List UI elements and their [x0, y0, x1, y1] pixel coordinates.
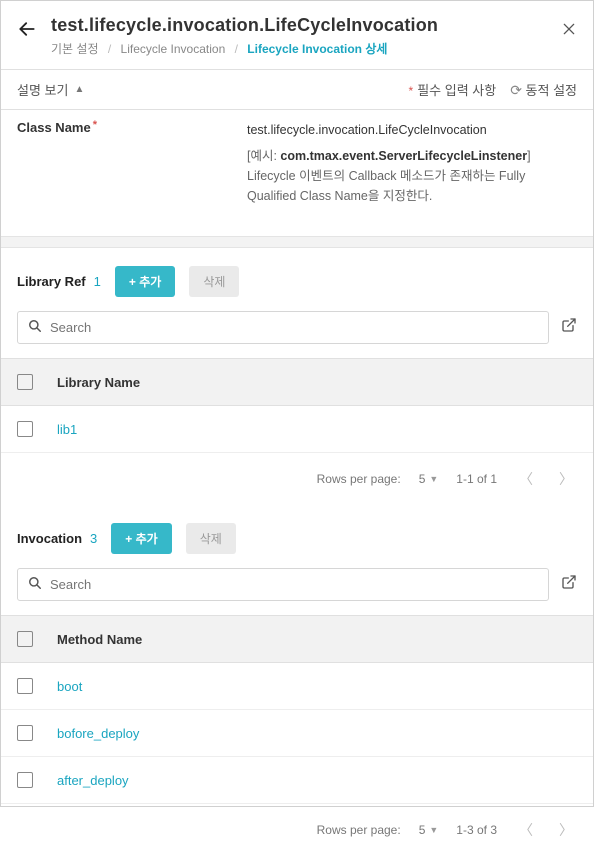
invocation-search-input[interactable] [50, 577, 538, 592]
close-icon[interactable] [561, 21, 577, 42]
class-name-field: Class Name* test.lifecycle.invocation.Li… [1, 110, 593, 236]
next-page-icon[interactable]: 〉 [555, 820, 577, 840]
invocation-column-header: Method Name [57, 632, 142, 647]
rows-per-page-select[interactable]: 5▼ [419, 823, 439, 837]
method-name-link[interactable]: after_deploy [57, 773, 129, 788]
page-range: 1-3 of 3 [456, 823, 497, 837]
breadcrumb: 기본 설정 / Lifecycle Invocation / Lifecycle… [51, 40, 561, 57]
breadcrumb-current: Lifecycle Invocation 상세 [247, 42, 387, 56]
search-icon [28, 576, 42, 593]
library-pager: Rows per page: 5▼ 1-1 of 1 〈 〉 [1, 453, 593, 505]
class-name-description: [예시: com.tmax.event.ServerLifecycleLinst… [247, 149, 531, 203]
required-legend: *필수 입력 사항 [409, 80, 497, 99]
prev-page-icon[interactable]: 〈 [515, 820, 537, 840]
invocation-search-box[interactable] [17, 568, 549, 601]
add-library-button[interactable]: + 추가 [115, 266, 175, 297]
delete-invocation-button[interactable]: 삭제 [186, 523, 236, 554]
library-table-head: Library Name [1, 358, 593, 406]
dynamic-settings[interactable]: ⟳ 동적 설정 [510, 80, 577, 99]
library-count: 1 [94, 274, 101, 289]
delete-library-button[interactable]: 삭제 [189, 266, 239, 297]
chevron-down-icon: ▼ [429, 474, 438, 484]
invocation-section-head: Invocation 3 + 추가 삭제 [1, 505, 593, 568]
page-title: test.lifecycle.invocation.LifeCycleInvoc… [51, 15, 561, 36]
table-row: after_deploy [1, 757, 593, 804]
invocation-pager: Rows per page: 5▼ 1-3 of 3 〈 〉 [1, 804, 593, 856]
method-name-link[interactable]: bofore_deploy [57, 726, 139, 741]
breadcrumb-item[interactable]: 기본 설정 [51, 42, 99, 56]
row-checkbox[interactable] [17, 678, 33, 694]
library-search-box[interactable] [17, 311, 549, 344]
rows-per-page-label: Rows per page: [317, 472, 401, 486]
invocation-count: 3 [90, 531, 97, 546]
refresh-icon: ⟳ [510, 82, 522, 98]
search-icon [28, 319, 42, 336]
rows-per-page-select[interactable]: 5▼ [419, 472, 439, 486]
subbar: 설명 보기 ▲ *필수 입력 사항 ⟳ 동적 설정 [1, 70, 593, 109]
breadcrumb-item[interactable]: Lifecycle Invocation [121, 42, 226, 56]
open-external-icon[interactable] [561, 317, 577, 338]
library-section-head: Library Ref 1 + 추가 삭제 [1, 248, 593, 311]
library-column-header: Library Name [57, 375, 140, 390]
description-toggle-label: 설명 보기 [17, 80, 68, 99]
class-name-label: Class Name* [17, 120, 247, 206]
prev-page-icon[interactable]: 〈 [515, 469, 537, 489]
invocation-title: Invocation [17, 531, 82, 546]
page-header: test.lifecycle.invocation.LifeCycleInvoc… [1, 1, 593, 69]
chevron-up-icon: ▲ [74, 84, 84, 95]
page-range: 1-1 of 1 [456, 472, 497, 486]
row-checkbox[interactable] [17, 421, 33, 437]
back-arrow-icon[interactable] [17, 19, 37, 45]
open-external-icon[interactable] [561, 574, 577, 595]
description-toggle[interactable]: 설명 보기 ▲ [17, 80, 84, 99]
row-checkbox[interactable] [17, 772, 33, 788]
library-title: Library Ref [17, 274, 86, 289]
library-name-link[interactable]: lib1 [57, 422, 77, 437]
add-invocation-button[interactable]: + 추가 [111, 523, 171, 554]
library-search-input[interactable] [50, 320, 538, 335]
rows-per-page-label: Rows per page: [317, 823, 401, 837]
next-page-icon[interactable]: 〉 [555, 469, 577, 489]
table-row: boot [1, 663, 593, 710]
table-row: lib1 [1, 406, 593, 453]
select-all-checkbox[interactable] [17, 631, 33, 647]
select-all-checkbox[interactable] [17, 374, 33, 390]
method-name-link[interactable]: boot [57, 679, 82, 694]
chevron-down-icon: ▼ [429, 825, 438, 835]
invocation-table-head: Method Name [1, 615, 593, 663]
class-name-value: test.lifecycle.invocation.LifeCycleInvoc… [247, 120, 577, 140]
table-row: bofore_deploy [1, 710, 593, 757]
row-checkbox[interactable] [17, 725, 33, 741]
